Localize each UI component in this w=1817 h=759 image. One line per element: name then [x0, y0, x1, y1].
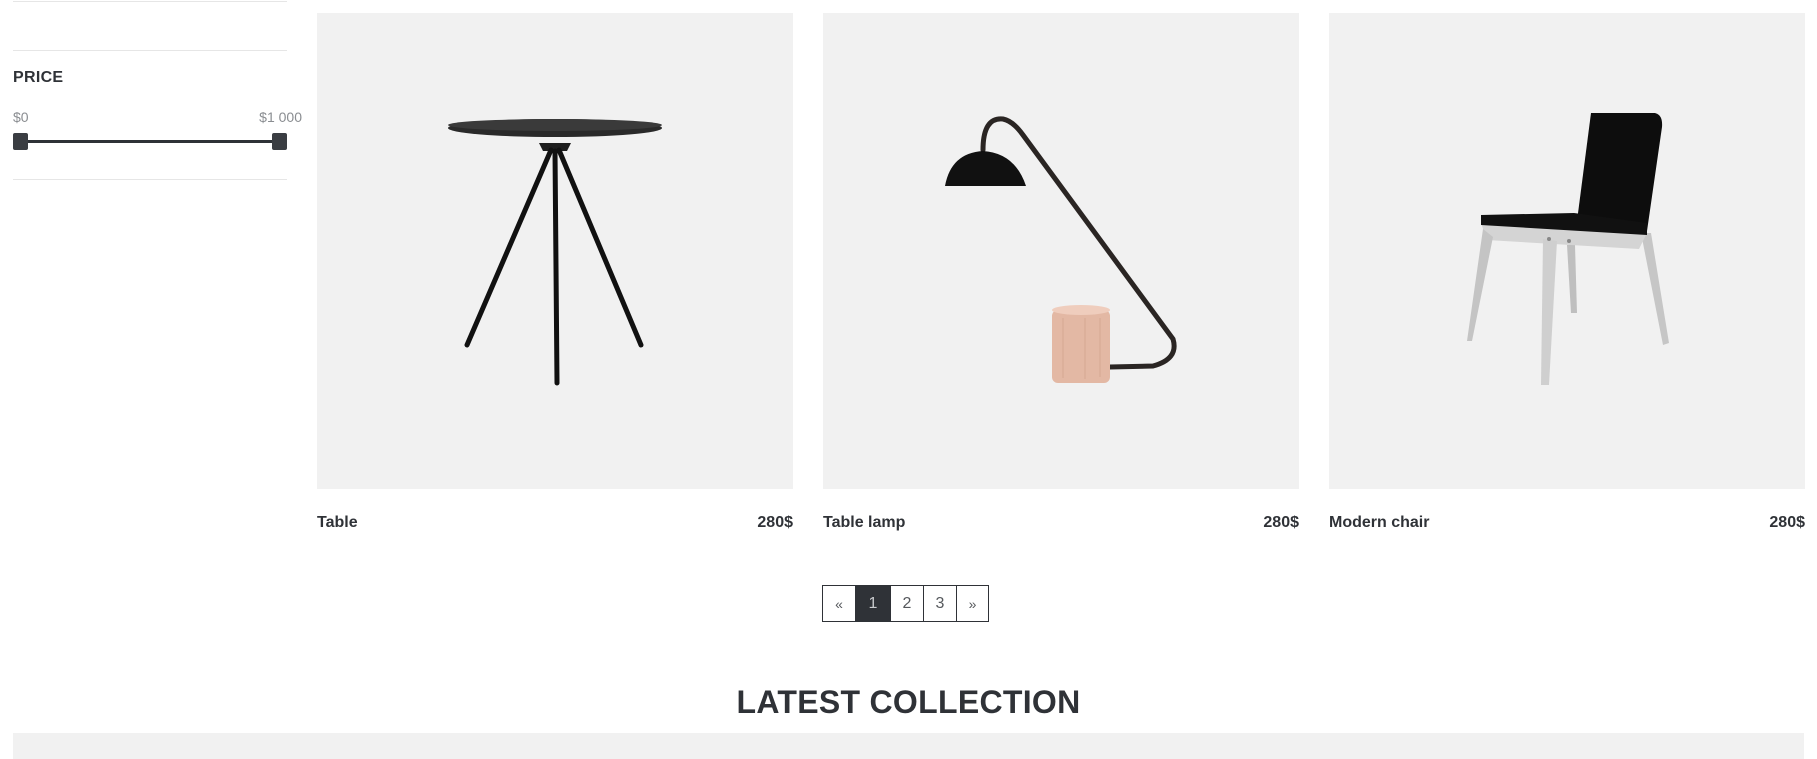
pagination-prev-button[interactable]: «	[823, 586, 855, 621]
price-max-label: $1 000	[259, 109, 302, 125]
price-slider-max-handle[interactable]	[272, 133, 287, 150]
pagination-page-3[interactable]: 3	[923, 586, 956, 621]
price-slider-min-handle[interactable]	[13, 133, 28, 150]
product-card[interactable]: Table 280$	[317, 13, 793, 531]
divider	[13, 179, 287, 180]
pagination-page-2[interactable]: 2	[890, 586, 923, 621]
divider	[13, 50, 287, 51]
shop-page: PRICE $0 $1 000 Table 280$ Table lamp 28…	[0, 0, 1817, 759]
product-price: 280$	[1769, 514, 1805, 531]
product-image[interactable]	[1329, 13, 1805, 489]
price-filter-title: PRICE	[13, 69, 64, 86]
product-card[interactable]: Table lamp 280$	[823, 13, 1299, 531]
product-name[interactable]: Modern chair	[1329, 514, 1429, 532]
product-card[interactable]: Modern chair 280$	[1329, 13, 1805, 531]
latest-collection-banner	[13, 733, 1804, 759]
product-price: 280$	[1263, 514, 1299, 531]
tripod-table-image	[448, 119, 662, 386]
product-name[interactable]: Table	[317, 514, 358, 532]
product-price: 280$	[757, 514, 793, 531]
latest-collection-heading: LATEST COLLECTION	[736, 684, 1081, 720]
table-lamp-image	[945, 116, 1177, 383]
product-image[interactable]	[317, 13, 793, 489]
price-min-label: $0	[13, 109, 29, 125]
price-range-slider-track[interactable]	[20, 140, 286, 143]
modern-chair-image	[1467, 113, 1669, 385]
pagination: « 1 2 3 »	[822, 585, 989, 622]
pagination-page-1[interactable]: 1	[855, 586, 890, 621]
product-name[interactable]: Table lamp	[823, 514, 905, 532]
pagination-next-button[interactable]: »	[956, 586, 988, 621]
product-image[interactable]	[823, 13, 1299, 489]
divider	[13, 1, 287, 2]
